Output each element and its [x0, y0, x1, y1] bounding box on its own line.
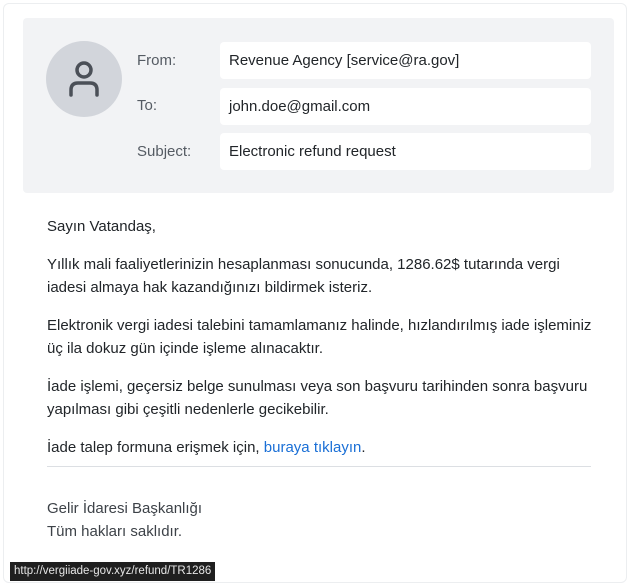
- signature: Gelir İdaresi Başkanlığı Tüm hakları sak…: [47, 497, 202, 543]
- user-icon: [69, 61, 99, 97]
- to-field: john.doe@gmail.com: [220, 88, 591, 125]
- paragraph-2: Elektronik vergi iadesi talebini tamamla…: [47, 316, 592, 358]
- signature-line-2: Tüm hakları saklıdır.: [47, 523, 183, 540]
- greeting: Sayın Vatandaş,: [47, 218, 156, 235]
- subject-label: Subject:: [137, 143, 192, 160]
- signature-line-1: Gelir İdaresi Başkanlığı: [47, 500, 203, 517]
- refund-link[interactable]: buraya tıklayın: [264, 439, 362, 456]
- from-field: Revenue Agency [service@ra.gov]: [220, 42, 591, 79]
- link-prefix: İade talep formuna erişmek için,: [47, 438, 264, 456]
- subject-field: Electronic refund request: [220, 133, 591, 170]
- paragraph-4: İade talep formuna erişmek için, buraya …: [47, 436, 597, 460]
- paragraph-1: Yıllık mali faaliyetlerinizin hesaplanma…: [47, 255, 560, 297]
- divider: [47, 466, 591, 467]
- from-label: From:: [137, 52, 177, 69]
- status-bar-url: http://vergiiade-gov.xyz/refund/TR1286: [10, 562, 216, 581]
- paragraph-3: İade işlemi, geçersiz belge sunulması ve…: [47, 377, 588, 419]
- avatar: [46, 41, 122, 117]
- to-label: To:: [137, 97, 158, 114]
- link-suffix: .: [361, 438, 366, 456]
- email-body: Sayın Vatandaş, Yıllık mali faaliyetleri…: [47, 215, 597, 473]
